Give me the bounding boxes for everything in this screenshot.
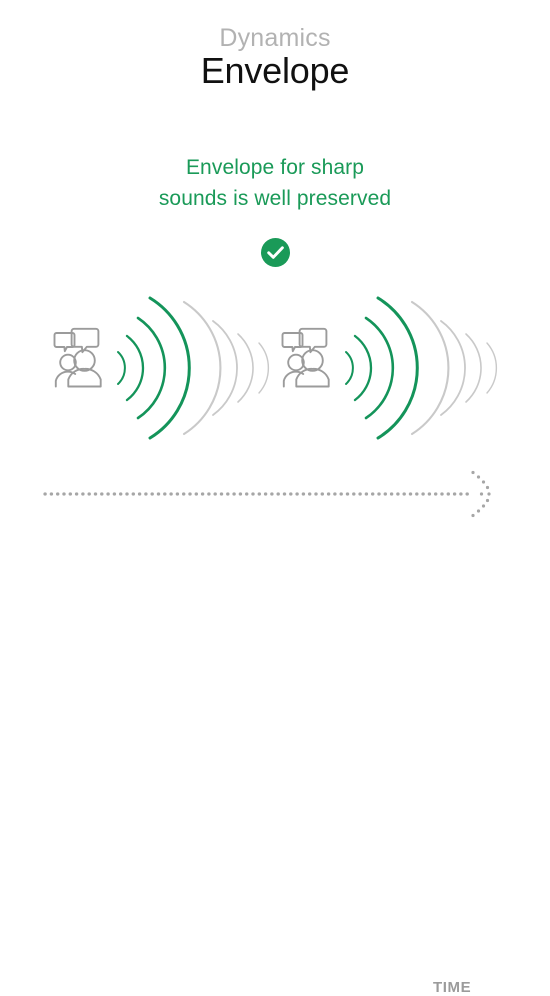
caption-text: Envelope for sharp sounds is well preser… (0, 152, 550, 214)
people-talking-icon (53, 327, 102, 388)
slide-canvas: Dynamics Envelope Envelope for sharp sou… (0, 0, 550, 996)
page-title: Dynamics Envelope (0, 24, 550, 91)
wave-arc-green-4 (376, 296, 419, 440)
wave-arc-green-1 (345, 351, 354, 385)
people-talking-icon (281, 327, 330, 388)
time-axis: TIME (0, 470, 550, 996)
wave-arc-gray-4 (258, 342, 270, 394)
wave-arc-gray-3 (237, 333, 254, 403)
wave-arc-gray-2 (212, 320, 238, 416)
caption-line-1: Envelope for sharp (185, 156, 365, 179)
status-badge (261, 238, 290, 267)
speaker-group-2 (281, 296, 498, 440)
wave-arc-green-2 (125, 334, 145, 402)
wave-arc-green-1 (117, 351, 126, 385)
title-kicker: Dynamics (219, 24, 331, 52)
title-main: Envelope (200, 50, 350, 91)
sound-wave-arcs-green-2 (345, 296, 419, 440)
wave-arc-green-4 (148, 296, 191, 440)
caption-line-2: sounds is well preserved (158, 187, 392, 210)
dotted-arrow-icon (471, 470, 491, 518)
speaker-group-1 (53, 296, 270, 440)
wave-arc-gray-2 (440, 320, 466, 416)
sound-wave-arcs-gray-1 (182, 300, 270, 436)
sound-wave-arcs-green-1 (117, 296, 191, 440)
sound-scene (0, 286, 550, 456)
time-axis-label: TIME (433, 979, 472, 996)
wave-arc-green-2 (353, 334, 373, 402)
check-circle-icon (261, 238, 290, 267)
time-axis-svg (43, 470, 491, 518)
wave-arc-gray-3 (465, 333, 482, 403)
sound-wave-arcs-gray-2 (410, 300, 498, 436)
wave-arc-gray-4 (486, 342, 498, 394)
sound-scene-svg (53, 296, 498, 440)
